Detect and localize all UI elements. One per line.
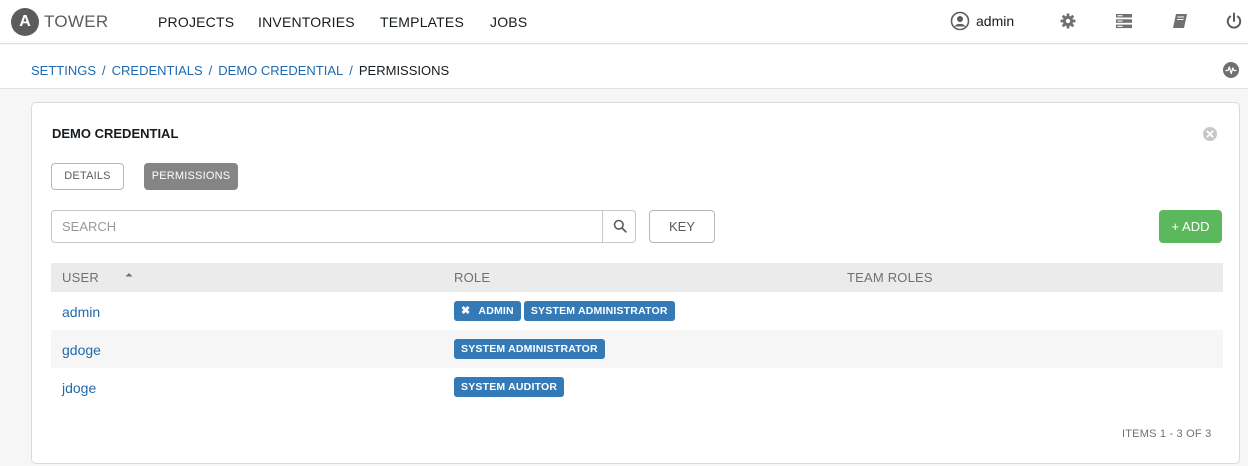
remove-role-icon[interactable]: ✖ <box>461 301 470 321</box>
search-box <box>51 210 636 243</box>
pagination-summary: ITEMS 1 - 3 OF 3 <box>1122 428 1212 440</box>
user-link-jdoge[interactable]: jdoge <box>62 380 96 396</box>
add-button[interactable]: + ADD <box>1159 210 1222 243</box>
search-button[interactable] <box>602 211 635 242</box>
column-header-user[interactable]: USER <box>62 270 99 285</box>
breadcrumb-separator: / <box>349 63 353 78</box>
user-circle-icon[interactable] <box>950 11 970 31</box>
column-header-team-roles: TEAM ROLES <box>847 270 933 285</box>
power-icon[interactable] <box>1224 11 1244 31</box>
table-row: admin ✖ ADMIN SYSTEM ADMINISTRATOR <box>51 292 1223 330</box>
role-badges: ✖ ADMIN SYSTEM ADMINISTRATOR <box>454 301 678 321</box>
role-badge: SYSTEM AUDITOR <box>454 377 565 397</box>
tab-details[interactable]: DETAILS <box>51 163 124 190</box>
credential-panel: DEMO CREDENTIAL DETAILS PERMISSIONS KEY … <box>31 102 1240 464</box>
server-icon[interactable] <box>1114 11 1134 31</box>
gear-icon[interactable] <box>1058 11 1078 31</box>
role-badge: SYSTEM ADMINISTRATOR <box>523 301 675 321</box>
search-input[interactable] <box>52 211 602 242</box>
role-badge: SYSTEM ADMINISTRATOR <box>454 339 605 359</box>
breadcrumb-current: PERMISSIONS <box>358 63 450 78</box>
column-header-role: ROLE <box>454 270 491 285</box>
role-badge-label: ADMIN <box>478 305 514 317</box>
breadcrumb: SETTINGS / CREDENTIALS / DEMO CREDENTIAL / PER… <box>31 63 449 78</box>
role-badges: SYSTEM AUDITOR <box>454 377 567 397</box>
breadcrumb-bar: SETTINGS / CREDENTIALS / DEMO CREDENTIAL / PER… <box>0 45 1248 89</box>
search-icon <box>613 219 627 233</box>
nav-inventories-link[interactable]: INVENTORIES <box>258 14 355 30</box>
breadcrumb-separator: / <box>102 63 106 78</box>
user-link-admin[interactable]: admin <box>62 304 100 320</box>
breadcrumb-demo-credential[interactable]: DEMO CREDENTIAL <box>218 63 343 78</box>
brand-name[interactable]: TOWER <box>44 12 108 32</box>
key-button[interactable]: KEY <box>649 210 715 243</box>
table-header: USER ROLE TEAM ROLES <box>51 263 1223 292</box>
breadcrumb-settings[interactable]: SETTINGS <box>31 63 96 78</box>
book-icon[interactable] <box>1170 11 1190 31</box>
nav-projects-link[interactable]: PROJECTS <box>158 14 234 30</box>
table-row: jdoge SYSTEM AUDITOR <box>51 368 1223 406</box>
user-link-gdoge[interactable]: gdoge <box>62 342 101 358</box>
activity-stream-icon[interactable] <box>1223 62 1239 78</box>
ansible-logo-icon[interactable]: A <box>11 8 39 36</box>
nav-templates-link[interactable]: TEMPLATES <box>380 14 464 30</box>
top-nav-bar: A TOWER PROJECTS INVENTORIES TEMPLATES J… <box>0 0 1248 44</box>
role-badge-removable: ✖ ADMIN <box>454 301 521 321</box>
breadcrumb-credentials[interactable]: CREDENTIALS <box>112 63 203 78</box>
panel-title: DEMO CREDENTIAL <box>52 126 179 141</box>
current-user-name[interactable]: admin <box>976 13 1014 29</box>
sort-ascending-icon[interactable] <box>124 270 134 280</box>
role-badges: SYSTEM ADMINISTRATOR <box>454 339 608 359</box>
table-row: gdoge SYSTEM ADMINISTRATOR <box>51 330 1223 368</box>
permissions-table: USER ROLE TEAM ROLES admin ✖ ADMIN SYSTEM … <box>51 263 1223 406</box>
close-icon[interactable] <box>1202 126 1218 142</box>
breadcrumb-separator: / <box>208 63 213 78</box>
nav-jobs-link[interactable]: JOBS <box>490 14 527 30</box>
tab-permissions[interactable]: PERMISSIONS <box>144 163 238 190</box>
